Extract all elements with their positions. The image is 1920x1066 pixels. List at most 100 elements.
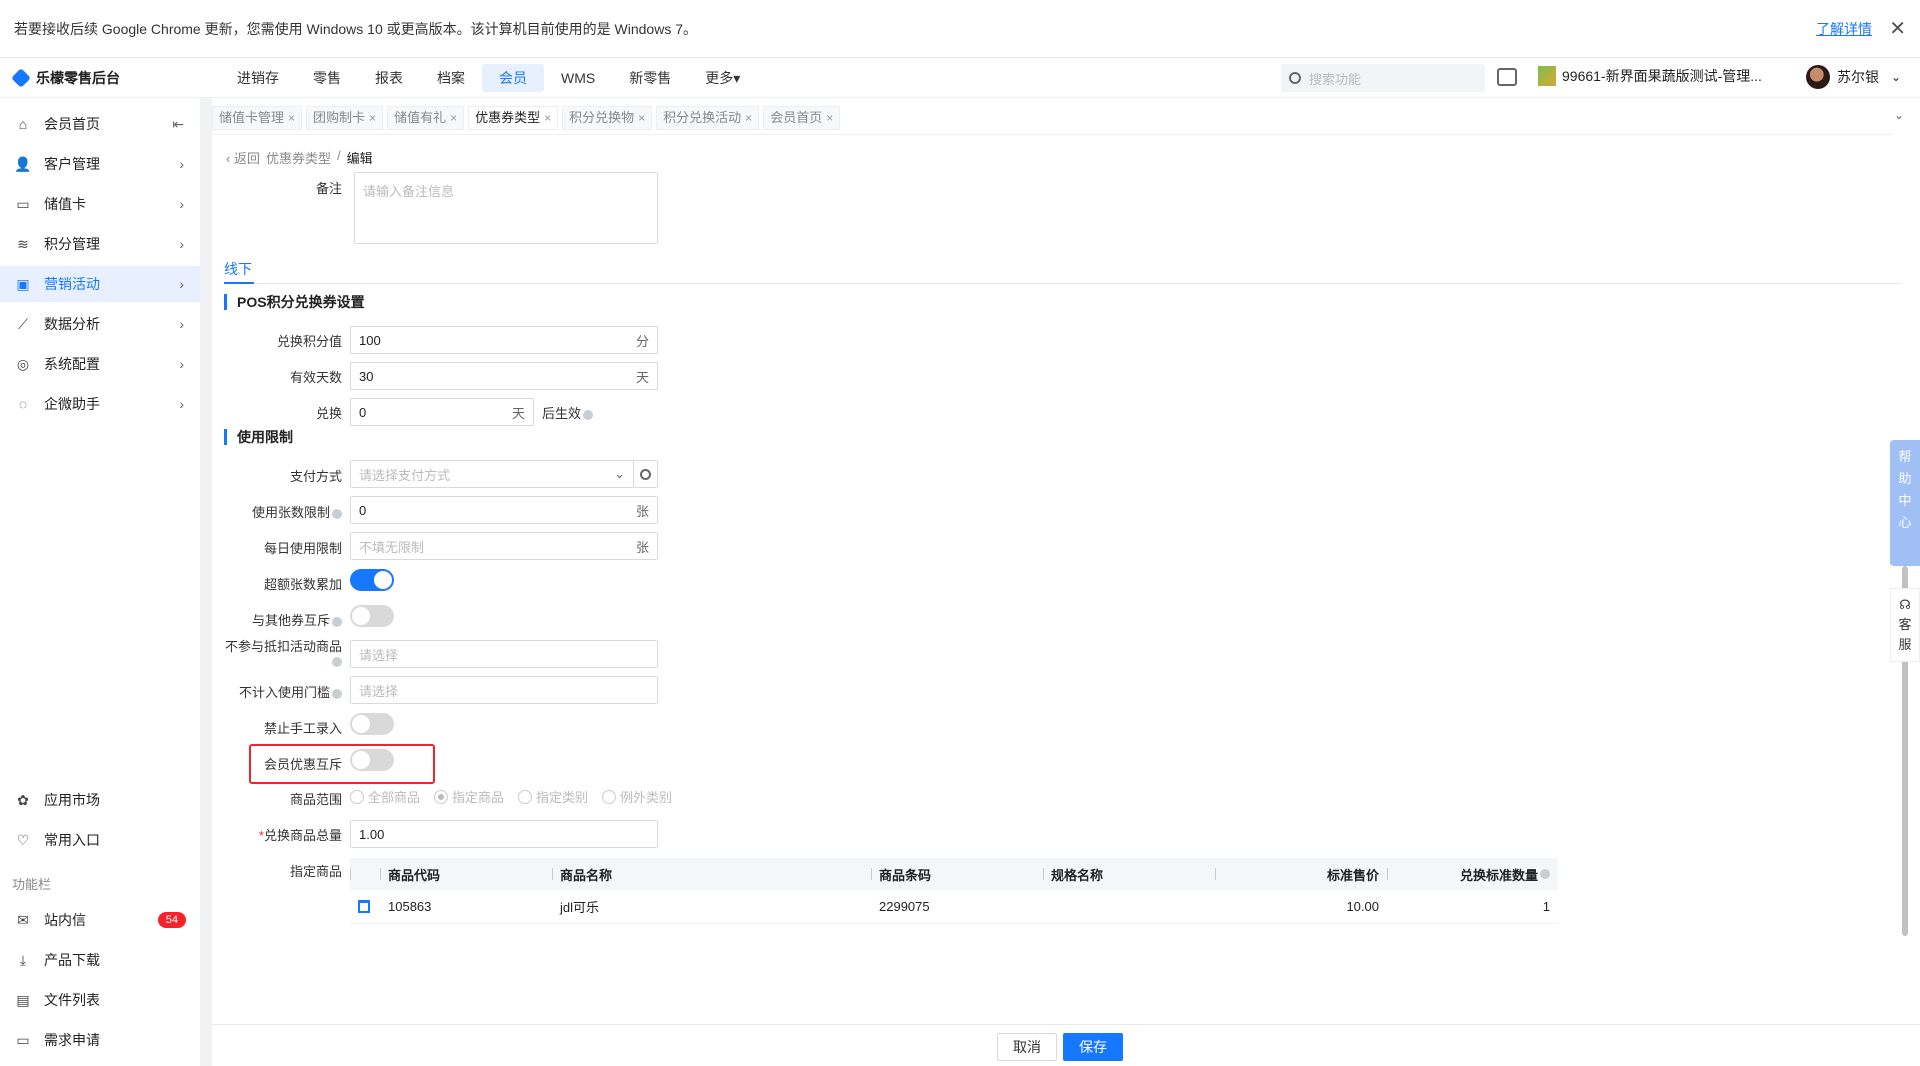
sidebar-item-customer[interactable]: 👤 客户管理 › bbox=[0, 146, 200, 182]
help-icon[interactable] bbox=[332, 616, 342, 627]
sidebar-item-stored-card[interactable]: ▭ 储值卡 › bbox=[0, 186, 200, 222]
total-goods-value: 1.00 bbox=[359, 826, 385, 842]
sidebar-item-app-market[interactable]: ✿ 应用市场 bbox=[0, 782, 200, 818]
overlay-toggle[interactable] bbox=[350, 569, 394, 591]
close-icon[interactable]: × bbox=[450, 111, 457, 125]
breadcrumb-parent[interactable]: 优惠券类型 bbox=[266, 148, 331, 167]
exclude-goods-placeholder: 请选择 bbox=[359, 647, 399, 663]
sidebar-item-downloads[interactable]: ⤓ 产品下载 bbox=[0, 942, 200, 978]
close-icon[interactable]: ✕ bbox=[1889, 16, 1906, 41]
remark-textarea[interactable]: 请输入备注信息 bbox=[354, 172, 658, 244]
sidebar-item-label: 文件列表 bbox=[44, 992, 100, 1008]
valid-days-unit: 天 bbox=[635, 369, 649, 385]
help-icon[interactable] bbox=[332, 508, 342, 519]
search-icon bbox=[1289, 72, 1301, 84]
threshold-label: 不计入使用门槛 bbox=[222, 682, 342, 701]
store-selector[interactable]: 99661-新界面果蔬版测试-管理... bbox=[1538, 66, 1762, 86]
topnav-item-archive[interactable]: 档案 bbox=[420, 64, 482, 92]
topnav-item-new-retail[interactable]: 新零售 bbox=[612, 64, 688, 92]
tab-coupon-type[interactable]: 优惠券类型 × bbox=[468, 106, 559, 130]
mutex-text: 与其他券互斥 bbox=[251, 613, 330, 628]
sidebar-item-favorites[interactable]: ♡ 常用入口 bbox=[0, 822, 200, 858]
radio-specified-goods[interactable]: 指定商品 bbox=[434, 787, 504, 806]
close-icon[interactable]: × bbox=[544, 111, 551, 125]
tab-group-card[interactable]: 团购制卡 × bbox=[306, 106, 384, 130]
breadcrumb: ‹ 返回 优惠券类型 / 编辑 bbox=[226, 148, 379, 167]
total-goods-input[interactable]: 1.00 bbox=[350, 820, 658, 848]
quantity-limit-input[interactable]: 0 张 bbox=[350, 496, 658, 524]
topnav-item-wms[interactable]: WMS bbox=[544, 64, 612, 92]
sidebar-item-label: 储值卡 bbox=[44, 196, 86, 212]
tab-points-goods[interactable]: 积分兑换物 × bbox=[562, 106, 653, 130]
sidebar-item-marketing[interactable]: ▣ 营销活动 › bbox=[0, 266, 200, 302]
member-mutex-toggle[interactable] bbox=[350, 749, 394, 771]
radio-circle bbox=[602, 789, 617, 804]
payment-search-button[interactable] bbox=[633, 460, 658, 488]
tab-stored-gift[interactable]: 储值有礼 × bbox=[387, 106, 465, 130]
topnav-item-report[interactable]: 报表 bbox=[358, 64, 420, 92]
topnav-item-inventory[interactable]: 进销存 bbox=[220, 64, 296, 92]
tab-stored-card[interactable]: 储值卡管理 × bbox=[212, 106, 303, 130]
trash-icon[interactable] bbox=[358, 900, 370, 913]
valid-days-input[interactable]: 30 天 bbox=[350, 362, 658, 390]
valid-days-label: 有效天数 bbox=[289, 370, 342, 385]
home-icon: ⌂ bbox=[18, 116, 28, 132]
sidebar-item-settings[interactable]: ◎ 系统配置 › bbox=[0, 346, 200, 382]
exchange-days-unit: 天 bbox=[511, 405, 525, 421]
exchange-days-value: 0 bbox=[359, 404, 367, 420]
exclude-goods-label: 不参与抵扣活动商品 bbox=[224, 640, 342, 668]
cell-code: 105863 bbox=[388, 899, 432, 914]
sidebar-item-analytics[interactable]: ⟋ 数据分析 › bbox=[0, 306, 200, 342]
help-icon[interactable] bbox=[1540, 869, 1550, 879]
help-center-button[interactable]: 帮 助 中 心 bbox=[1890, 440, 1920, 566]
header-code: 商品代码 bbox=[380, 858, 552, 890]
exchange-days-input[interactable]: 0 天 bbox=[350, 398, 534, 426]
radio-label: 全部商品 bbox=[368, 790, 421, 805]
sidebar-item-files[interactable]: ▤ 文件列表 bbox=[0, 982, 200, 1018]
tab-points-activity[interactable]: 积分兑换活动 × bbox=[656, 106, 760, 130]
payment-select[interactable]: 请选择支付方式 ⌄ bbox=[350, 460, 634, 488]
topnav-item-more[interactable]: 更多▾ bbox=[688, 64, 757, 92]
topnav-item-member[interactable]: 会员 bbox=[482, 63, 544, 92]
user-menu[interactable]: 苏尔银 ⌄ bbox=[1806, 65, 1901, 89]
monitor-icon: ▣ bbox=[16, 275, 30, 292]
save-button[interactable]: 保存 bbox=[1063, 1033, 1123, 1061]
close-icon[interactable]: × bbox=[638, 111, 645, 125]
help-icon[interactable] bbox=[332, 688, 342, 699]
remark-label: 备注 bbox=[315, 181, 342, 196]
points-input[interactable]: 100 分 bbox=[350, 326, 658, 354]
sidebar-item-wecom[interactable]: ◌ 企微助手 › bbox=[0, 386, 200, 422]
sidebar-item-member-home[interactable]: ⌂ 会员首页 ⇤ bbox=[0, 106, 200, 142]
threshold-select[interactable]: 请选择 bbox=[350, 676, 658, 704]
sidebar-item-requests[interactable]: ▭ 需求申请 bbox=[0, 1022, 200, 1058]
sidebar-item-messages[interactable]: ✉ 站内信 54 bbox=[0, 902, 200, 938]
app-logo[interactable]: 乐檬零售后台 bbox=[11, 67, 214, 88]
daily-limit-input[interactable]: 不填无限制 张 bbox=[350, 532, 658, 560]
collapse-icon[interactable]: ⇤ bbox=[172, 116, 184, 133]
printer-icon[interactable] bbox=[1497, 68, 1517, 86]
close-icon[interactable]: × bbox=[826, 111, 833, 125]
cancel-button[interactable]: 取消 bbox=[997, 1033, 1057, 1061]
learn-more-link[interactable]: 了解详情 bbox=[1816, 19, 1872, 39]
chart-icon: ⟋ bbox=[18, 315, 28, 332]
close-icon[interactable]: × bbox=[745, 111, 752, 125]
radio-all-goods[interactable]: 全部商品 bbox=[350, 787, 420, 806]
search-input[interactable]: 搜索功能 bbox=[1281, 64, 1485, 92]
tab-offline[interactable]: 线下 bbox=[224, 259, 252, 279]
close-icon[interactable]: × bbox=[369, 111, 376, 125]
customer-service-button[interactable]: ☊ 客 服 bbox=[1890, 588, 1920, 662]
manual-entry-toggle[interactable] bbox=[350, 713, 394, 735]
close-icon[interactable]: × bbox=[288, 111, 295, 125]
topnav-item-retail[interactable]: 零售 bbox=[296, 64, 358, 92]
exclude-goods-select[interactable]: 请选择 bbox=[350, 640, 658, 668]
back-link[interactable]: ‹ 返回 bbox=[226, 148, 260, 167]
mutex-toggle[interactable] bbox=[350, 605, 394, 627]
radio-specified-category[interactable]: 指定类别 bbox=[518, 787, 588, 806]
help-icon[interactable] bbox=[332, 656, 342, 667]
chevron-down-icon[interactable]: ⌄ bbox=[1894, 108, 1904, 122]
daily-limit-unit: 张 bbox=[635, 539, 649, 555]
sidebar-item-points[interactable]: ≋ 积分管理 › bbox=[0, 226, 200, 262]
tab-member-home[interactable]: 会员首页 × bbox=[763, 106, 841, 130]
radio-except-category[interactable]: 例外类别 bbox=[602, 787, 672, 806]
help-icon[interactable] bbox=[583, 409, 594, 420]
